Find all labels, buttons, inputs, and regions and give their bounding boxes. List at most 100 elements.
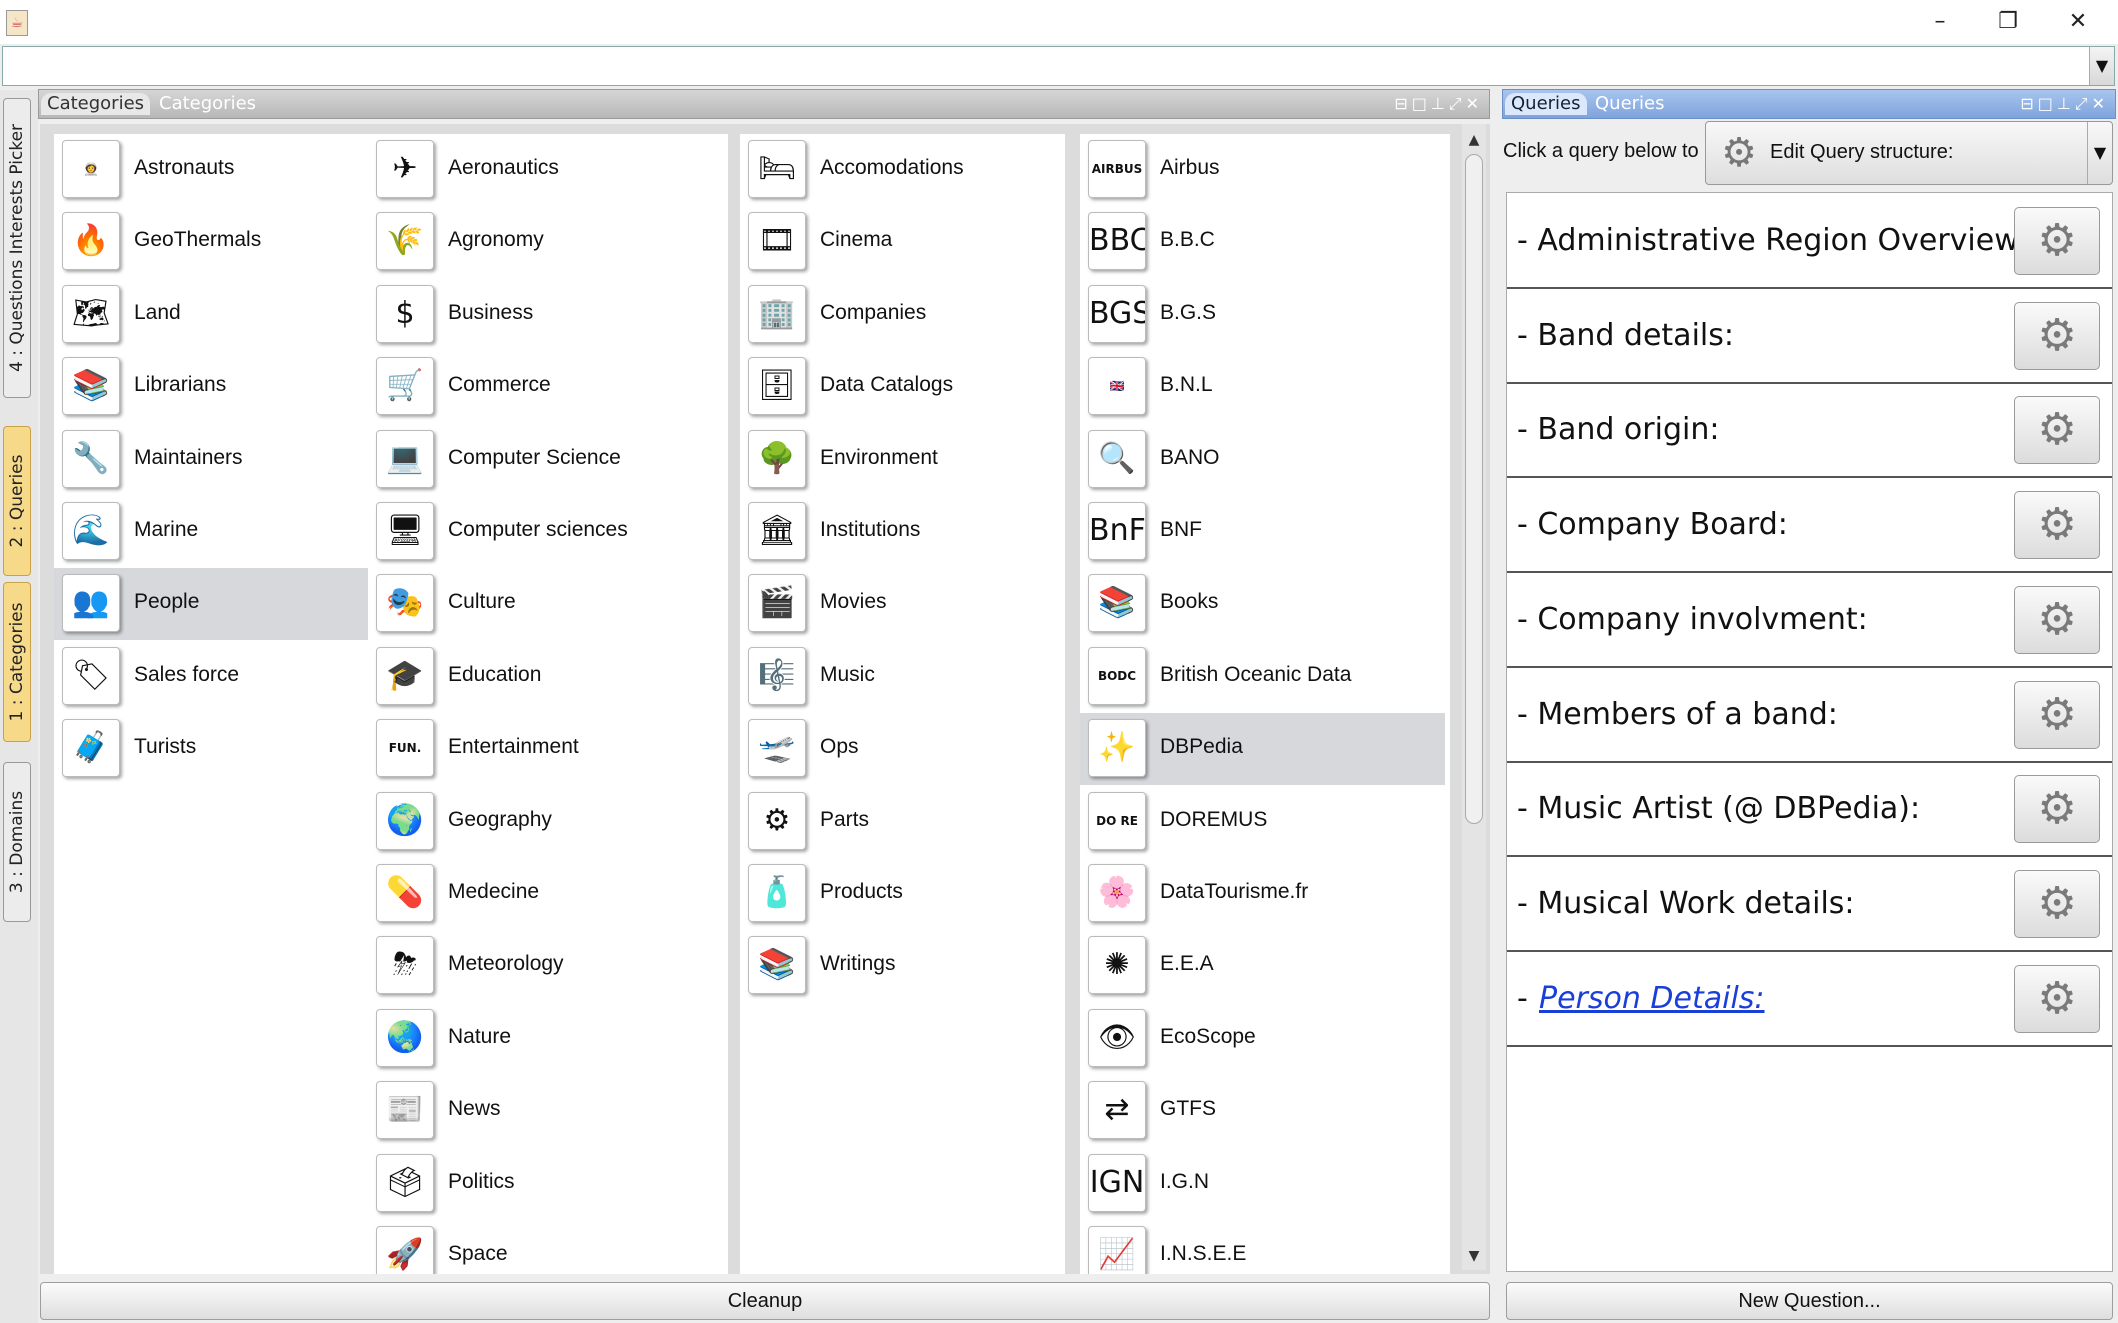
edit-query-gear-button[interactable]: ⚙ xyxy=(2014,964,2100,1033)
category-item[interactable]: 🌾 Agronomy xyxy=(368,206,728,278)
category-label: Turists xyxy=(134,735,197,759)
category-item[interactable]: BODC British Oceanic Data xyxy=(1080,641,1445,713)
category-label: B.B.C xyxy=(1160,228,1215,252)
category-item[interactable]: 🌸 DataTourisme.fr xyxy=(1080,858,1445,930)
edit-query-gear-button[interactable]: ⚙ xyxy=(2014,301,2100,370)
category-item[interactable]: 🛒 Commerce xyxy=(368,351,728,423)
categories-scrollbar[interactable]: ▲ ▼ xyxy=(1462,124,1486,1270)
chevron-down-icon[interactable]: ▼ xyxy=(2089,47,2114,85)
category-item[interactable]: ✈ Aeronautics xyxy=(368,134,728,206)
query-row[interactable]: - Administrative Region Overview: ⚙ xyxy=(1507,193,2112,289)
category-item[interactable]: FUN. Entertainment xyxy=(368,713,728,785)
category-item[interactable]: 🧳 Turists xyxy=(54,713,419,785)
category-item[interactable]: 🎭 Culture xyxy=(368,568,728,640)
queries-tab[interactable]: Queries xyxy=(1505,93,1587,115)
category-item[interactable]: 📚 Librarians xyxy=(54,351,419,423)
tab-categories[interactable]: 1 : Categories xyxy=(3,582,31,742)
category-label: I.N.S.E.E xyxy=(1160,1242,1247,1265)
category-item[interactable]: ⇄ GTFS xyxy=(1080,1075,1445,1147)
category-item[interactable]: 🎞 Cinema xyxy=(740,206,1065,278)
minimize-button[interactable]: – xyxy=(1910,4,1970,40)
tab-queries[interactable]: 2 : Queries xyxy=(3,426,31,576)
category-item[interactable]: 🚀 Space xyxy=(368,1220,728,1274)
category-item[interactable]: 🌍 Geography xyxy=(368,786,728,858)
category-label: Politics xyxy=(448,1169,515,1193)
restore-button[interactable]: ❐ xyxy=(1978,4,2038,40)
category-item[interactable]: 📈 I.N.S.E.E xyxy=(1080,1220,1445,1274)
edit-query-gear-button[interactable]: ⚙ xyxy=(2014,491,2100,560)
scroll-up-icon[interactable]: ▲ xyxy=(1462,128,1486,152)
edit-query-gear-button[interactable]: ⚙ xyxy=(2014,207,2100,275)
category-item[interactable]: 🖥 Computer sciences xyxy=(368,496,728,568)
chevron-down-icon[interactable]: ▼ xyxy=(2087,122,2112,184)
edit-query-gear-button[interactable]: ⚙ xyxy=(2014,680,2100,749)
query-row[interactable]: - Company Board: ⚙ xyxy=(1507,477,2112,574)
scroll-down-icon[interactable]: ▼ xyxy=(1462,1244,1486,1268)
category-item[interactable]: 🔥 GeoThermals xyxy=(54,206,419,278)
category-label: B.N.L xyxy=(1160,373,1213,397)
category-item[interactable]: 📚 Books xyxy=(1080,568,1445,640)
category-item[interactable]: ✺ E.E.A xyxy=(1080,930,1445,1002)
panel-window-controls-icon[interactable]: ⊟□⊥⤢✕ xyxy=(2020,94,2109,114)
category-item[interactable]: 🗺 Land xyxy=(54,279,419,351)
query-row[interactable]: - Musical Work details: ⚙ xyxy=(1507,856,2112,952)
tab-questions-interests-picker[interactable]: 4 : Questions Interests Picker xyxy=(3,98,31,398)
category-item[interactable]: 🛫 Ops xyxy=(740,713,1065,785)
category-item[interactable]: 🔍 BANO xyxy=(1080,424,1445,496)
edit-query-gear-button[interactable]: ⚙ xyxy=(2014,869,2100,938)
category-item[interactable]: ✨ DBPedia xyxy=(1080,713,1445,786)
category-item[interactable]: ⚙ Parts xyxy=(740,786,1065,858)
category-item[interactable]: 🌳 Environment xyxy=(740,424,1065,496)
tab-domains[interactable]: 3 : Domains xyxy=(3,762,31,922)
category-item[interactable]: 🎓 Education xyxy=(368,641,728,713)
query-row[interactable]: - Company involvment: ⚙ xyxy=(1507,572,2112,668)
category-item[interactable]: 🌏 Nature xyxy=(368,1003,728,1075)
category-item[interactable]: 📚 Writings xyxy=(740,930,1065,1002)
category-item[interactable]: 🎬 Movies xyxy=(740,568,1065,640)
category-item[interactable]: 🛏 Accomodations xyxy=(740,134,1065,206)
edit-query-gear-button[interactable]: ⚙ xyxy=(2014,585,2100,654)
categories-tab[interactable]: Categories xyxy=(41,93,151,115)
category-item[interactable]: 💊 Medecine xyxy=(368,858,728,930)
query-row[interactable]: - Band origin: ⚙ xyxy=(1507,382,2112,479)
edit-query-gear-button[interactable]: ⚙ xyxy=(2014,775,2100,844)
category-item[interactable]: BGS B.G.S xyxy=(1080,279,1445,351)
category-item[interactable]: AIRBUS Airbus xyxy=(1080,134,1445,206)
category-item[interactable]: 🇬🇧 B.N.L xyxy=(1080,351,1445,423)
category-item[interactable]: 👁 EcoScope xyxy=(1080,1003,1445,1075)
category-item[interactable]: 👩‍🚀 Astronauts xyxy=(54,134,419,206)
new-question-button[interactable]: New Question... xyxy=(1506,1282,2113,1320)
category-item[interactable]: 🗳 Politics xyxy=(368,1148,728,1220)
category-item[interactable]: 🏛 Institutions xyxy=(740,496,1065,568)
close-window-button[interactable]: ✕ xyxy=(2048,4,2108,40)
edit-query-gear-button[interactable]: ⚙ xyxy=(2014,396,2100,465)
category-item[interactable]: IGN I.G.N xyxy=(1080,1148,1445,1220)
category-item[interactable]: 🔧 Maintainers xyxy=(54,424,419,496)
category-item[interactable]: 👥 People xyxy=(54,568,419,641)
category-item[interactable]: BBC B.B.C xyxy=(1080,206,1445,278)
query-row[interactable]: - Band details: ⚙ xyxy=(1507,288,2112,384)
query-mode-select[interactable]: ⚙ Edit Query structure: ▼ xyxy=(1705,121,2113,185)
category-item[interactable]: 🏷 Sales force xyxy=(54,641,419,713)
query-row[interactable]: - Person Details: ⚙ xyxy=(1507,951,2112,1047)
category-item[interactable]: 🎼 Music xyxy=(740,641,1065,713)
scroll-thumb[interactable] xyxy=(1465,154,1483,824)
query-row[interactable]: - Members of a band: ⚙ xyxy=(1507,667,2112,763)
cleanup-button[interactable]: Cleanup xyxy=(40,1282,1490,1320)
panel-window-controls-icon[interactable]: ⊟□⊥⤢✕ xyxy=(1394,94,1483,114)
category-item[interactable]: ⛈ Meteorology xyxy=(368,930,728,1002)
category-item[interactable]: DO RE MUS DOREMUS xyxy=(1080,786,1445,858)
category-item[interactable]: 📰 News xyxy=(368,1075,728,1147)
query-row[interactable]: - Music Artist (@ DBPedia): ⚙ xyxy=(1507,761,2112,858)
category-item[interactable]: 🌊 Marine xyxy=(54,496,419,568)
category-item[interactable]: $ Business xyxy=(368,279,728,351)
category-item[interactable]: 🏢 Companies xyxy=(740,279,1065,351)
query-link[interactable]: Person Details: xyxy=(1539,981,1765,1016)
category-item[interactable]: 🧴 Products xyxy=(740,858,1065,930)
category-label: Sales force xyxy=(134,662,240,686)
top-combo-box[interactable]: ▼ xyxy=(2,46,2115,86)
category-item[interactable]: 💻 Computer Science xyxy=(368,424,728,496)
category-item[interactable]: 🗄 Data Catalogs xyxy=(740,351,1065,423)
category-label: Agronomy xyxy=(448,228,544,252)
category-item[interactable]: BnF BNF xyxy=(1080,496,1445,568)
